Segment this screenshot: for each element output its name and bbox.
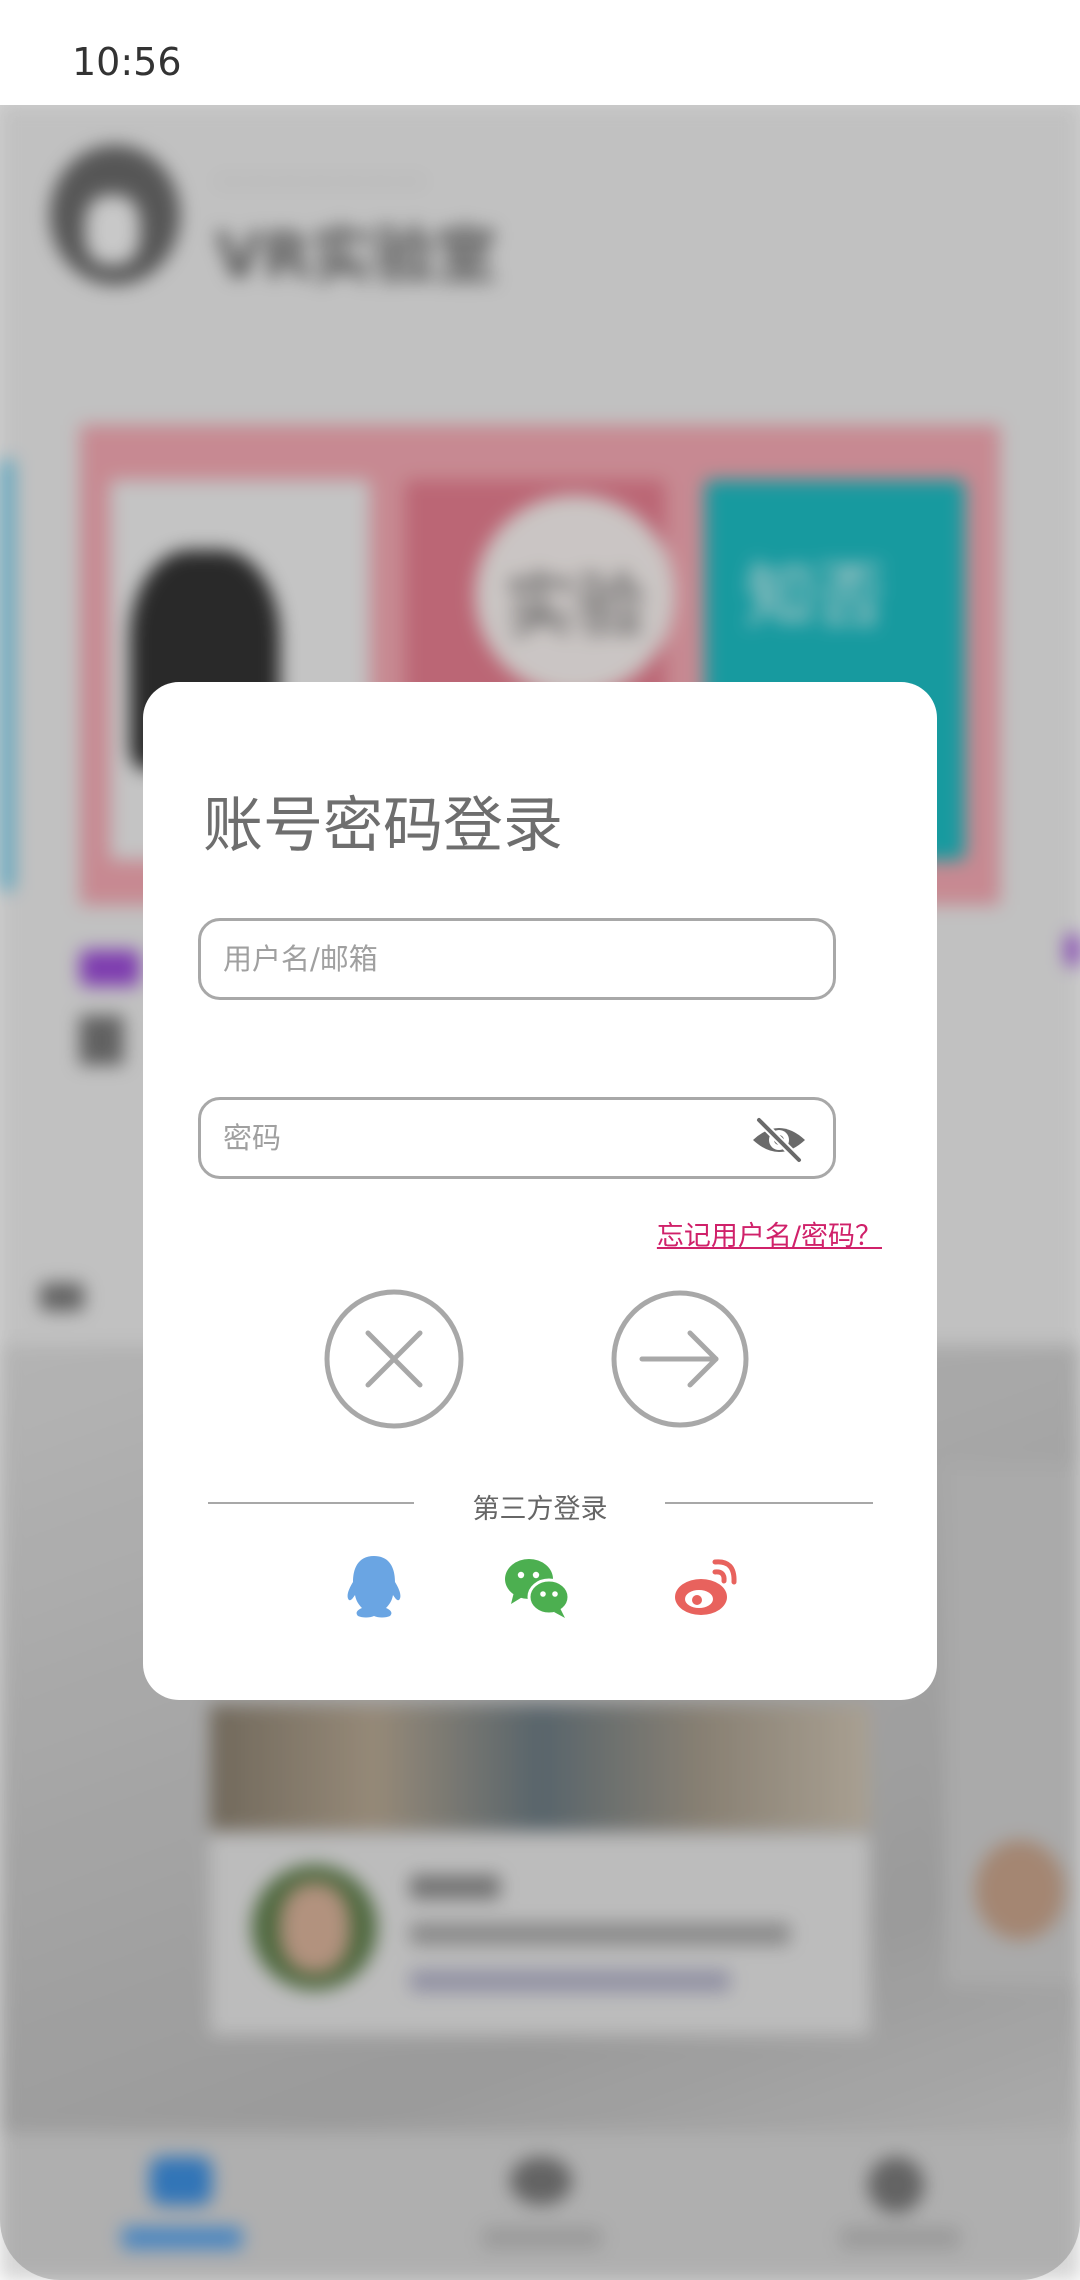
- login-submit-button[interactable]: [610, 1289, 750, 1429]
- dialog-title: 账号密码登录: [203, 791, 563, 861]
- third-party-login-label: 第三方登录: [472, 1494, 608, 1525]
- status-bar: 10:56: [0, 0, 1080, 105]
- wechat-icon: [505, 1559, 571, 1618]
- weibo-icon: [675, 1559, 737, 1615]
- arrow-right-icon: [611, 1290, 749, 1428]
- username-field: [198, 918, 836, 1000]
- status-time: 10:56: [72, 40, 182, 84]
- username-input[interactable]: [223, 921, 763, 997]
- login-dialog: 账号密码登录 忘记用户名/密码？ 第三方登录: [143, 682, 937, 1700]
- qq-login-button[interactable]: [339, 1552, 409, 1622]
- divider: [665, 1502, 873, 1504]
- qq-icon: [347, 1556, 401, 1618]
- eye-off-icon[interactable]: [751, 1114, 807, 1166]
- divider: [208, 1502, 414, 1504]
- password-input[interactable]: [223, 1100, 763, 1176]
- close-icon: [324, 1289, 464, 1429]
- cancel-button[interactable]: [324, 1289, 464, 1429]
- password-field: [198, 1097, 836, 1179]
- wechat-login-button[interactable]: [502, 1552, 572, 1622]
- weibo-login-button[interactable]: [671, 1552, 741, 1622]
- forgot-password-link[interactable]: 忘记用户名/密码？: [657, 1214, 882, 1253]
